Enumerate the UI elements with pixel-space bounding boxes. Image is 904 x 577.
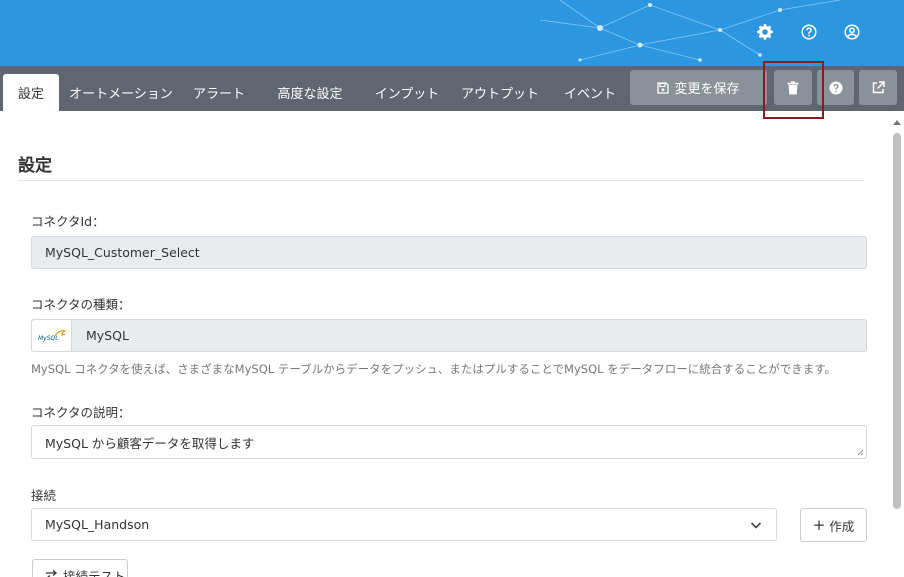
tab-output[interactable]: アウトプット bbox=[461, 74, 539, 111]
test-connection-button[interactable]: 接続テスト bbox=[32, 559, 128, 577]
help-circle-icon[interactable] bbox=[799, 22, 819, 42]
connector-type-field: MySQL bbox=[31, 319, 867, 352]
save-button-label: 変更を保存 bbox=[674, 82, 740, 97]
description-label: コネクタの説明： bbox=[31, 405, 131, 420]
settings-panel: 設定 コネクタId： MySQL_Customer_Select コネクタの種類… bbox=[0, 111, 890, 577]
divider bbox=[18, 180, 864, 181]
app-header bbox=[0, 0, 904, 66]
tab-automation[interactable]: オートメーション bbox=[69, 74, 173, 111]
description-value: MySQL から顧客データを取得します bbox=[45, 435, 255, 451]
connector-id-field: MySQL_Customer_Select bbox=[31, 236, 867, 269]
gear-icon[interactable] bbox=[755, 22, 775, 42]
help-circle-icon bbox=[829, 81, 842, 94]
create-connection-label: 作成 bbox=[829, 518, 855, 534]
test-connection-label: 接続テスト bbox=[63, 568, 126, 577]
save-button[interactable]: 変更を保存 bbox=[630, 70, 767, 105]
connector-id-label: コネクタId： bbox=[31, 214, 105, 229]
create-connection-button[interactable]: + 作成 bbox=[800, 508, 867, 542]
connector-type-help: MySQL コネクタを使えば、さまざまなMySQL テーブルからデータをプッシュ… bbox=[31, 362, 837, 376]
vertical-scrollbar[interactable] bbox=[890, 111, 904, 577]
resize-handle-icon[interactable] bbox=[856, 448, 864, 456]
user-circle-icon[interactable] bbox=[842, 22, 862, 42]
mysql-logo: MySQL bbox=[32, 320, 72, 351]
open-external-button[interactable] bbox=[859, 70, 897, 105]
connection-label: 接続 bbox=[31, 488, 57, 503]
connection-select[interactable]: MySQL_Handson bbox=[31, 508, 777, 541]
section-title: 設定 bbox=[18, 156, 52, 176]
connector-type-label: コネクタの種類： bbox=[31, 297, 131, 312]
tab-events[interactable]: イベント bbox=[560, 74, 620, 111]
save-icon bbox=[657, 81, 670, 94]
scroll-up-arrow-icon[interactable] bbox=[893, 119, 901, 125]
tab-advanced[interactable]: 高度な設定 bbox=[270, 74, 350, 111]
scrollbar-thumb[interactable] bbox=[893, 133, 901, 509]
chevron-down-icon bbox=[750, 522, 762, 529]
swap-arrows-icon bbox=[46, 569, 58, 577]
description-textarea[interactable]: MySQL から顧客データを取得します bbox=[31, 425, 867, 459]
plus-icon: + bbox=[812, 515, 826, 534]
tab-settings[interactable]: 設定 bbox=[3, 74, 59, 111]
tab-alerts[interactable]: アラート bbox=[189, 74, 249, 111]
connection-select-value: MySQL_Handson bbox=[45, 517, 150, 532]
external-link-icon bbox=[872, 81, 885, 94]
tab-input[interactable]: インプット bbox=[373, 74, 441, 111]
